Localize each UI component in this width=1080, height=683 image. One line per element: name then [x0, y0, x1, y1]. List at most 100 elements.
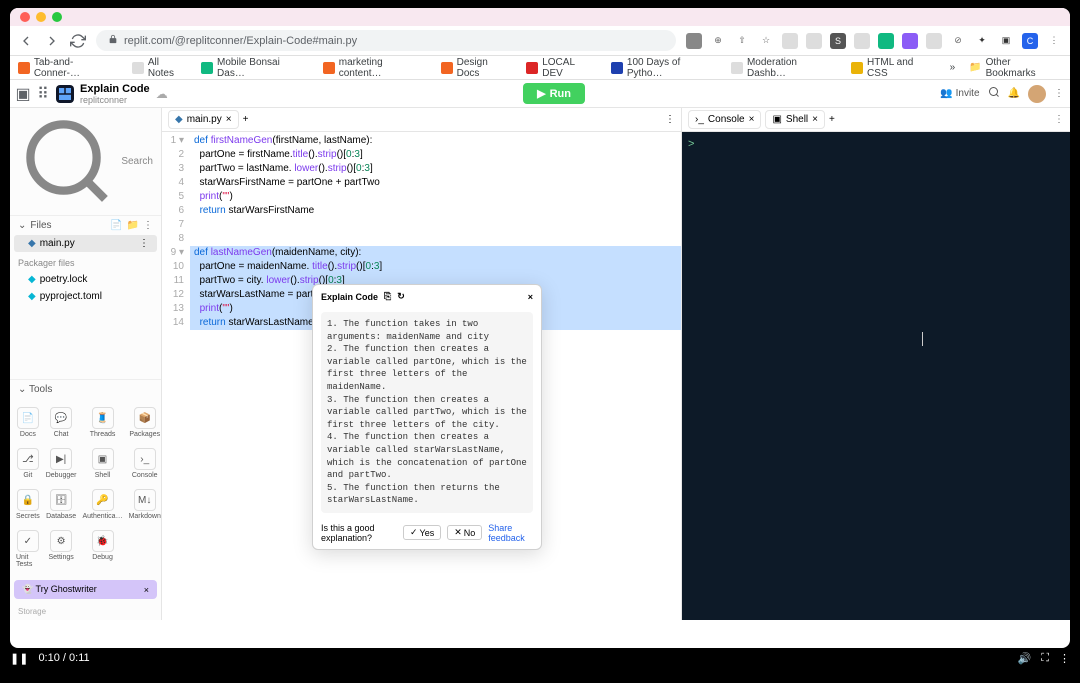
repl-icon	[56, 85, 74, 103]
python-icon: ◆	[28, 238, 36, 249]
ext-icon[interactable]: ⊘	[950, 33, 966, 49]
minimize-window-dot[interactable]	[36, 12, 46, 22]
no-button[interactable]: ✕ No	[447, 525, 482, 540]
bookmark-item[interactable]: Design Docs	[441, 57, 513, 79]
ext-star-icon[interactable]: ☆	[758, 33, 774, 49]
share-feedback-link[interactable]: Share feedback	[488, 523, 533, 543]
sidebar-toggle-icon[interactable]: ▣	[16, 86, 30, 102]
close-icon[interactable]: ×	[749, 114, 755, 125]
more-icon[interactable]: ⋮	[139, 238, 149, 249]
bookmark-item[interactable]: marketing content…	[323, 57, 427, 79]
user-avatar[interactable]	[1028, 85, 1046, 103]
ext-icon[interactable]	[926, 33, 942, 49]
tool-unittests[interactable]: ✓Unit Tests	[14, 526, 42, 572]
run-button[interactable]: ▶ Run	[523, 83, 585, 104]
ext-share-icon[interactable]: ⇧	[734, 33, 750, 49]
ghostwriter-button[interactable]: 👻 Try Ghostwriter ×	[14, 580, 157, 599]
files-header[interactable]: ⌄ Files 📄 📁 ⋮	[10, 216, 161, 235]
ext-icon[interactable]	[686, 33, 702, 49]
bookmark-item[interactable]: LOCAL DEV	[526, 57, 597, 79]
tool-settings[interactable]: ⚙Settings	[44, 526, 79, 572]
search-input[interactable]: Search	[10, 108, 161, 216]
profile-avatar[interactable]: C	[1022, 33, 1038, 49]
ext-icon[interactable]	[806, 33, 822, 49]
ext-icon[interactable]	[854, 33, 870, 49]
file-item-poetry-lock[interactable]: ◆ poetry.lock	[10, 271, 161, 288]
bookmark-item[interactable]: Tab-and-Conner-…	[18, 57, 118, 79]
tool-debugger[interactable]: ▶|Debugger	[44, 444, 79, 483]
storage-row: Storage	[10, 603, 161, 620]
tool-console[interactable]: ›_Console	[127, 444, 163, 483]
ext-icon[interactable]	[782, 33, 798, 49]
tool-shell[interactable]: ▣Shell	[80, 444, 124, 483]
close-window-dot[interactable]	[20, 12, 30, 22]
volume-icon[interactable]: 🔊	[1018, 652, 1032, 665]
search-icon[interactable]	[988, 86, 1000, 101]
play-icon: ▶	[537, 87, 545, 100]
tool-debug[interactable]: 🐞Debug	[80, 526, 124, 572]
close-icon[interactable]: ×	[226, 114, 232, 125]
tool-authentica[interactable]: 🔑Authentica…	[80, 485, 124, 524]
console-body[interactable]: >	[682, 132, 1070, 620]
tool-docs[interactable]: 📄Docs	[14, 403, 42, 442]
packager-header: Packager files	[10, 252, 161, 271]
video-controls: ❚❚ 0:10 / 0:11 🔊 ⛶ ⋮	[10, 644, 1070, 672]
tool-secrets[interactable]: 🔒Secrets	[14, 485, 42, 524]
bookmark-item[interactable]: All Notes	[132, 57, 187, 79]
tools-header[interactable]: ⌄ Tools	[10, 379, 161, 399]
regenerate-icon[interactable]: ↻	[397, 291, 405, 302]
copy-icon[interactable]: ⎘	[384, 291, 391, 302]
maximize-window-dot[interactable]	[52, 12, 62, 22]
bookmark-item[interactable]: HTML and CSS	[851, 57, 935, 79]
other-bookmarks[interactable]: 📁Other Bookmarks	[969, 57, 1062, 79]
bookmark-item[interactable]: Mobile Bonsai Das…	[201, 57, 309, 79]
fullscreen-icon[interactable]: ⛶	[1041, 652, 1049, 665]
ext-icon-s[interactable]: S	[830, 33, 846, 49]
invite-button[interactable]: 👥 Invite	[940, 88, 979, 99]
tool-git[interactable]: ⎇Git	[14, 444, 42, 483]
editor-tabs: ◆ main.py × + ⋮	[162, 108, 681, 132]
bookmark-item[interactable]: Moderation Dashb…	[731, 57, 837, 79]
address-bar[interactable]: replit.com/@replitconner/Explain-Code#ma…	[96, 30, 676, 51]
extensions-icon[interactable]: ✦	[974, 33, 990, 49]
new-folder-icon[interactable]: 📁	[127, 220, 139, 231]
menu-icon[interactable]: ⋮	[1046, 33, 1062, 49]
tab-shell[interactable]: ▣ Shell ×	[765, 110, 825, 129]
ext-search-icon[interactable]: ⊕	[710, 33, 726, 49]
add-tab-icon[interactable]: +	[829, 114, 835, 125]
video-menu-icon[interactable]: ⋮	[1059, 652, 1070, 665]
more-icon[interactable]: ⋮	[1054, 114, 1064, 125]
bookmark-item[interactable]: 100 Days of Pytho…	[611, 57, 717, 79]
tool-database[interactable]: 🗄Database	[44, 485, 79, 524]
panel-icon[interactable]: ▣	[998, 33, 1014, 49]
close-icon[interactable]: ×	[144, 585, 149, 595]
ext-icon-green[interactable]	[878, 33, 894, 49]
repl-title: Explain Code	[80, 83, 150, 95]
tool-markdown[interactable]: M↓Markdown	[127, 485, 163, 524]
bell-icon[interactable]: 🔔	[1008, 88, 1020, 99]
layout-icon[interactable]: ⠿	[36, 86, 50, 102]
pause-icon[interactable]: ❚❚	[10, 652, 28, 665]
tool-packages[interactable]: 📦Packages	[127, 403, 163, 442]
cloud-icon: ☁	[156, 87, 168, 101]
menu-icon[interactable]: ⋮	[1054, 88, 1064, 99]
new-file-icon[interactable]: 📄	[110, 220, 122, 231]
reload-button[interactable]	[70, 33, 86, 49]
yes-button[interactable]: ✓ Yes	[403, 525, 441, 540]
tab-console[interactable]: ›_ Console ×	[688, 110, 761, 129]
ext-icon[interactable]	[902, 33, 918, 49]
file-item-main-py[interactable]: ◆ main.py ⋮	[14, 235, 157, 252]
forward-button[interactable]	[44, 33, 60, 49]
tab-main-py[interactable]: ◆ main.py ×	[168, 110, 239, 129]
tool-chat[interactable]: 💬Chat	[44, 403, 79, 442]
bookmarks-overflow[interactable]: »	[950, 62, 956, 73]
file-item-pyproject-toml[interactable]: ◆ pyproject.toml	[10, 288, 161, 305]
more-icon[interactable]: ⋮	[665, 114, 675, 125]
explain-code-popup: Explain Code ⎘ ↻ × 1. The function takes…	[312, 284, 542, 550]
more-icon[interactable]: ⋮	[143, 220, 153, 231]
add-tab-icon[interactable]: +	[243, 114, 249, 125]
tool-threads[interactable]: 🧵Threads	[80, 403, 124, 442]
close-icon[interactable]: ×	[528, 292, 533, 302]
close-icon[interactable]: ×	[812, 114, 818, 125]
back-button[interactable]	[18, 33, 34, 49]
